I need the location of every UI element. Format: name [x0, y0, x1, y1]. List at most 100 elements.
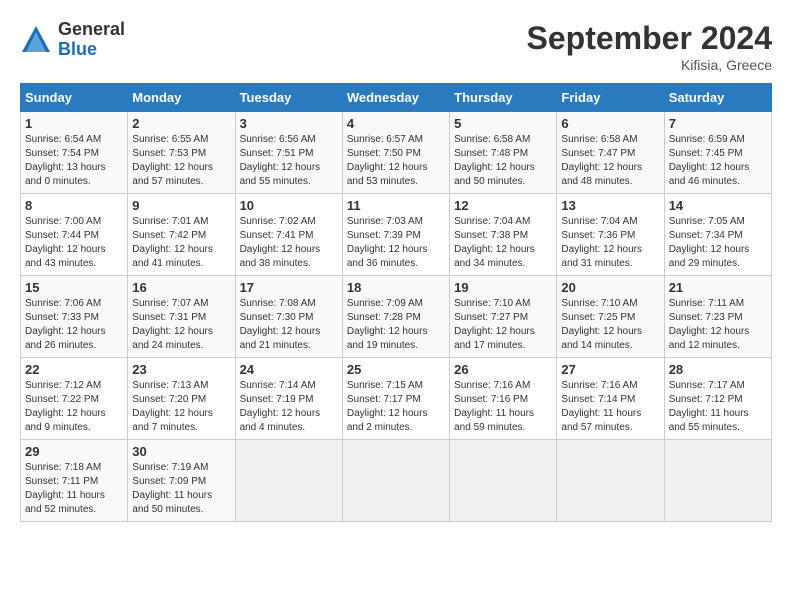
day-number: 6: [561, 116, 659, 131]
day-number: 14: [669, 198, 767, 213]
calendar-cell: [450, 440, 557, 522]
calendar-week-row: 29 Sunrise: 7:18 AM Sunset: 7:11 PM Dayli…: [21, 440, 772, 522]
calendar-cell: 20 Sunrise: 7:10 AM Sunset: 7:25 PM Dayli…: [557, 276, 664, 358]
calendar-cell: [342, 440, 449, 522]
calendar-cell: 21 Sunrise: 7:11 AM Sunset: 7:23 PM Dayli…: [664, 276, 771, 358]
day-number: 1: [25, 116, 123, 131]
day-info: Sunrise: 7:13 AM Sunset: 7:20 PM Dayligh…: [132, 379, 230, 435]
day-info: Sunrise: 7:01 AM Sunset: 7:42 PM Dayligh…: [132, 215, 230, 271]
day-info: Sunrise: 7:03 AM Sunset: 7:39 PM Dayligh…: [347, 215, 445, 271]
calendar-week-row: 8Sunrise: 7:00 AM Sunset: 7:44 PM Daylig…: [21, 194, 772, 276]
calendar-cell: 24 Sunrise: 7:14 AM Sunset: 7:19 PM Dayli…: [235, 358, 342, 440]
calendar-week-row: 22Sunrise: 7:12 AM Sunset: 7:22 PM Dayli…: [21, 358, 772, 440]
calendar-cell: 2Sunrise: 6:55 AM Sunset: 7:53 PM Daylig…: [128, 112, 235, 194]
day-number: 18: [347, 280, 445, 295]
calendar-cell: 22Sunrise: 7:12 AM Sunset: 7:22 PM Dayli…: [21, 358, 128, 440]
calendar-cell: [664, 440, 771, 522]
day-number: 4: [347, 116, 445, 131]
day-info: Sunrise: 7:18 AM Sunset: 7:11 PM Dayligh…: [25, 461, 123, 517]
day-info: Sunrise: 7:00 AM Sunset: 7:44 PM Dayligh…: [25, 215, 123, 271]
calendar-cell: 23 Sunrise: 7:13 AM Sunset: 7:20 PM Dayli…: [128, 358, 235, 440]
location: Kifisia, Greece: [527, 57, 772, 73]
day-info: Sunrise: 7:11 AM Sunset: 7:23 PM Dayligh…: [669, 297, 767, 353]
day-info: Sunrise: 7:10 AM Sunset: 7:25 PM Dayligh…: [561, 297, 659, 353]
day-number: 11: [347, 198, 445, 213]
day-info: Sunrise: 7:17 AM Sunset: 7:12 PM Dayligh…: [669, 379, 767, 435]
day-number: 15: [25, 280, 123, 295]
calendar-header: SundayMondayTuesdayWednesdayThursdayFrid…: [21, 84, 772, 112]
day-number: 10: [240, 198, 338, 213]
day-info: Sunrise: 6:56 AM Sunset: 7:51 PM Dayligh…: [240, 133, 338, 189]
day-number: 29: [25, 444, 123, 459]
calendar-week-row: 15Sunrise: 7:06 AM Sunset: 7:33 PM Dayli…: [21, 276, 772, 358]
weekday-header-tuesday: Tuesday: [235, 84, 342, 112]
logo-general-text: General: [58, 20, 125, 40]
day-info: Sunrise: 7:16 AM Sunset: 7:16 PM Dayligh…: [454, 379, 552, 435]
logo-blue-text: Blue: [58, 40, 125, 60]
calendar-body: 1 Sunrise: 6:54 AM Sunset: 7:54 PM Daylig…: [21, 112, 772, 522]
month-title: September 2024: [527, 20, 772, 57]
day-number: 23: [132, 362, 230, 377]
calendar-cell: [235, 440, 342, 522]
day-info: Sunrise: 6:59 AM Sunset: 7:45 PM Dayligh…: [669, 133, 767, 189]
calendar-cell: 3 Sunrise: 6:56 AM Sunset: 7:51 PM Daylig…: [235, 112, 342, 194]
day-number: 3: [240, 116, 338, 131]
calendar-cell: 27Sunrise: 7:16 AM Sunset: 7:14 PM Dayli…: [557, 358, 664, 440]
weekday-header-wednesday: Wednesday: [342, 84, 449, 112]
calendar-cell: 1 Sunrise: 6:54 AM Sunset: 7:54 PM Daylig…: [21, 112, 128, 194]
day-number: 13: [561, 198, 659, 213]
calendar-table: SundayMondayTuesdayWednesdayThursdayFrid…: [20, 83, 772, 522]
calendar-cell: [557, 440, 664, 522]
day-number: 24: [240, 362, 338, 377]
day-info: Sunrise: 7:07 AM Sunset: 7:31 PM Dayligh…: [132, 297, 230, 353]
page-header: General Blue September 2024 Kifisia, Gre…: [20, 20, 772, 73]
weekday-header-sunday: Sunday: [21, 84, 128, 112]
day-info: Sunrise: 6:54 AM Sunset: 7:54 PM Dayligh…: [25, 133, 123, 189]
calendar-cell: 28 Sunrise: 7:17 AM Sunset: 7:12 PM Dayli…: [664, 358, 771, 440]
calendar-cell: 6 Sunrise: 6:58 AM Sunset: 7:47 PM Daylig…: [557, 112, 664, 194]
calendar-week-row: 1 Sunrise: 6:54 AM Sunset: 7:54 PM Daylig…: [21, 112, 772, 194]
day-info: Sunrise: 7:05 AM Sunset: 7:34 PM Dayligh…: [669, 215, 767, 271]
calendar-cell: 10 Sunrise: 7:02 AM Sunset: 7:41 PM Dayli…: [235, 194, 342, 276]
weekday-header-thursday: Thursday: [450, 84, 557, 112]
day-number: 19: [454, 280, 552, 295]
day-info: Sunrise: 7:15 AM Sunset: 7:17 PM Dayligh…: [347, 379, 445, 435]
day-number: 7: [669, 116, 767, 131]
calendar-cell: 14 Sunrise: 7:05 AM Sunset: 7:34 PM Dayli…: [664, 194, 771, 276]
weekday-header-saturday: Saturday: [664, 84, 771, 112]
day-info: Sunrise: 6:57 AM Sunset: 7:50 PM Dayligh…: [347, 133, 445, 189]
calendar-cell: 29 Sunrise: 7:18 AM Sunset: 7:11 PM Dayli…: [21, 440, 128, 522]
day-info: Sunrise: 7:14 AM Sunset: 7:19 PM Dayligh…: [240, 379, 338, 435]
logo: General Blue: [20, 20, 125, 60]
day-number: 9: [132, 198, 230, 213]
day-info: Sunrise: 6:55 AM Sunset: 7:53 PM Dayligh…: [132, 133, 230, 189]
calendar-cell: 18 Sunrise: 7:09 AM Sunset: 7:28 PM Dayli…: [342, 276, 449, 358]
day-info: Sunrise: 7:12 AM Sunset: 7:22 PM Dayligh…: [25, 379, 123, 435]
calendar-cell: 11 Sunrise: 7:03 AM Sunset: 7:39 PM Dayli…: [342, 194, 449, 276]
day-number: 28: [669, 362, 767, 377]
weekday-header-monday: Monday: [128, 84, 235, 112]
calendar-cell: 30 Sunrise: 7:19 AM Sunset: 7:09 PM Dayli…: [128, 440, 235, 522]
day-info: Sunrise: 7:09 AM Sunset: 7:28 PM Dayligh…: [347, 297, 445, 353]
day-number: 25: [347, 362, 445, 377]
day-info: Sunrise: 7:02 AM Sunset: 7:41 PM Dayligh…: [240, 215, 338, 271]
calendar-cell: 12 Sunrise: 7:04 AM Sunset: 7:38 PM Dayli…: [450, 194, 557, 276]
day-number: 20: [561, 280, 659, 295]
day-number: 12: [454, 198, 552, 213]
weekday-header-row: SundayMondayTuesdayWednesdayThursdayFrid…: [21, 84, 772, 112]
calendar-cell: 7 Sunrise: 6:59 AM Sunset: 7:45 PM Daylig…: [664, 112, 771, 194]
day-info: Sunrise: 7:04 AM Sunset: 7:36 PM Dayligh…: [561, 215, 659, 271]
day-number: 30: [132, 444, 230, 459]
logo-icon: [20, 24, 52, 56]
calendar-cell: 13 Sunrise: 7:04 AM Sunset: 7:36 PM Dayli…: [557, 194, 664, 276]
calendar-cell: 16Sunrise: 7:07 AM Sunset: 7:31 PM Dayli…: [128, 276, 235, 358]
day-info: Sunrise: 7:04 AM Sunset: 7:38 PM Dayligh…: [454, 215, 552, 271]
calendar-cell: 5Sunrise: 6:58 AM Sunset: 7:48 PM Daylig…: [450, 112, 557, 194]
calendar-cell: 8Sunrise: 7:00 AM Sunset: 7:44 PM Daylig…: [21, 194, 128, 276]
calendar-cell: 4 Sunrise: 6:57 AM Sunset: 7:50 PM Daylig…: [342, 112, 449, 194]
calendar-cell: 26Sunrise: 7:16 AM Sunset: 7:16 PM Dayli…: [450, 358, 557, 440]
day-number: 21: [669, 280, 767, 295]
day-info: Sunrise: 6:58 AM Sunset: 7:47 PM Dayligh…: [561, 133, 659, 189]
calendar-cell: 9 Sunrise: 7:01 AM Sunset: 7:42 PM Daylig…: [128, 194, 235, 276]
day-info: Sunrise: 7:19 AM Sunset: 7:09 PM Dayligh…: [132, 461, 230, 517]
